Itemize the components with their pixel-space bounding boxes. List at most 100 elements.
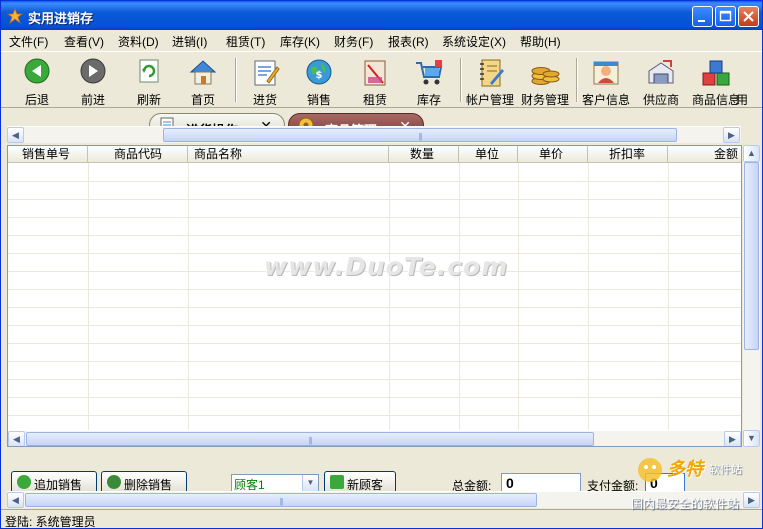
grid-row-line (8, 217, 741, 218)
menu-bar: 文件(F) 查看(V) 资料(D) 进销(I) 租赁(T) 库存(K) 财务(F… (1, 30, 762, 50)
brand-tagline: 国内最安全的软件站 (631, 497, 740, 511)
column-header-unit[interactable]: 单位 (459, 146, 518, 163)
grid-row-line (8, 181, 741, 182)
menu-data[interactable]: 资料(D) (118, 33, 159, 50)
menu-finance[interactable]: 财务(F) (334, 33, 373, 50)
grip-icon: ||| (279, 497, 283, 506)
finance-coins-icon (531, 67, 560, 85)
toolbar-label: 首页 (190, 93, 215, 107)
menu-view[interactable]: 查看(V) (64, 33, 104, 50)
scroll-down-icon[interactable]: ▼ (743, 430, 760, 447)
product-cubes-icon (702, 60, 730, 86)
home-icon (189, 60, 217, 85)
scroll-left-icon[interactable]: ◀ (7, 127, 24, 143)
grid-column-line (188, 163, 189, 446)
column-header-product-name[interactable]: 商品名称 (188, 146, 389, 163)
scroll-right-icon[interactable]: ▶ (724, 431, 741, 446)
chevron-down-icon[interactable]: ▼ (302, 475, 318, 491)
menu-lease[interactable]: 租赁(T) (226, 33, 265, 50)
customer-icon (593, 61, 619, 85)
minimize-button[interactable] (692, 6, 713, 27)
menu-help[interactable]: 帮助(H) (520, 33, 561, 50)
delete-sale-label: 删除销售 (124, 478, 173, 491)
title-bar[interactable]: 实用进销存 (1, 1, 762, 30)
menu-reports[interactable]: 报表(R) (388, 33, 429, 50)
scroll-left-icon[interactable]: ◀ (8, 431, 25, 446)
scroll-thumb[interactable] (744, 162, 759, 350)
brand-mascot-icon (638, 458, 662, 482)
refresh-icon (139, 59, 159, 83)
grid-column-line (518, 163, 519, 446)
login-status: 登陆: 系统管理员 (5, 515, 96, 529)
customer-select-value: 顾客1 (234, 478, 265, 491)
purchase-icon (254, 60, 280, 86)
scroll-up-icon[interactable]: ▲ (743, 145, 760, 162)
supplier-icon (648, 60, 674, 84)
scroll-thumb[interactable]: ||| (163, 128, 677, 142)
grid-column-line (668, 163, 669, 446)
menu-inventory[interactable]: 库存(K) (280, 33, 320, 50)
add-sale-button[interactable]: 追加销售 (11, 471, 97, 491)
grid-column-line (459, 163, 460, 446)
column-header-discount-rate[interactable]: 折扣率 (588, 146, 668, 163)
grid-row-line (8, 379, 741, 380)
sales-detail-grid[interactable]: 销售单号 商品代码 商品名称 数量 单位 单价 折扣率 金额 www.DuoTe… (7, 145, 742, 447)
toolbar-finance-button[interactable]: 财务管理 (517, 55, 573, 107)
toolbar-label: 财务管理 (520, 93, 569, 107)
toolbar-account-button[interactable]: 帐户管理 (462, 55, 518, 107)
scroll-left-icon[interactable]: ◀ (7, 492, 24, 508)
menu-purchase-sale[interactable]: 进销(I) (172, 33, 207, 50)
grip-icon: ||| (418, 132, 422, 141)
delete-sale-button[interactable]: 删除销售 (101, 471, 187, 491)
total-amount-label: 总金额: (452, 479, 492, 491)
grid-row-line (8, 307, 741, 308)
toolbar-customer-button[interactable]: 客户信息 (578, 55, 634, 107)
column-header-unit-price[interactable]: 单价 (518, 146, 588, 163)
toolbar-back-button[interactable]: 后退 (9, 55, 65, 107)
toolbar-label: 库存 (416, 93, 441, 107)
scroll-thumb[interactable]: ||| (26, 432, 594, 446)
minimize-icon (698, 20, 705, 22)
maximize-button[interactable] (715, 6, 736, 27)
toolbar-home-button[interactable]: 首页 (175, 55, 231, 107)
customer-select[interactable]: 顾客1 ▼ (231, 474, 319, 491)
column-header-quantity[interactable]: 数量 (389, 146, 459, 163)
window-title: 实用进销存 (28, 11, 94, 26)
grid-row-line (8, 397, 741, 398)
scroll-right-icon[interactable]: ▶ (723, 127, 740, 143)
total-amount-field[interactable]: 0 (501, 473, 581, 491)
grip-icon: ||| (308, 436, 312, 445)
add-icon (17, 475, 31, 489)
new-customer-label: 新顾客 (347, 478, 384, 491)
back-arrow-icon (24, 58, 50, 84)
grid-row-line (8, 415, 741, 416)
menu-system-settings[interactable]: 系统设定(X) (442, 33, 506, 50)
brand-sub: 软件站 (709, 464, 742, 476)
toolbar-sales-button[interactable]: $ 销售 (291, 55, 347, 107)
toolbar-more-button[interactable]: 用 (736, 55, 762, 107)
grid-header: 销售单号 商品代码 商品名称 数量 单位 单价 折扣率 金额 (8, 146, 741, 163)
toolbar-inventory-button[interactable]: 库存 (401, 55, 457, 107)
toolbar-label: 用 (736, 93, 749, 107)
column-header-product-code[interactable]: 商品代码 (88, 146, 188, 163)
toolbar: 后退 前进 刷新 首页 进货 $ 销售 租赁 库存 帐户管理 财务管理 客户信息… (1, 51, 762, 108)
tab-horizontal-scrollbar[interactable]: ◀ ||| ▶ (7, 126, 741, 143)
tab-strip: 进货操作 ✕ 商品管理 ✕ ◀ ||| ▶ (1, 109, 762, 143)
menu-file[interactable]: 文件(F) (9, 33, 48, 50)
scroll-thumb[interactable]: ||| (25, 493, 537, 507)
close-button[interactable] (738, 6, 759, 27)
toolbar-forward-button[interactable]: 前进 (65, 55, 121, 107)
app-window: 实用进销存 文件(F) 查看(V) 资料(D) 进销(I) 租赁(T) 库存(K… (0, 0, 763, 529)
new-customer-button[interactable]: 新顾客 (324, 471, 396, 491)
column-header-sales-no[interactable]: 销售单号 (8, 146, 88, 163)
grid-horizontal-scrollbar[interactable]: ◀ ||| ▶ (8, 430, 741, 446)
new-customer-icon (330, 475, 344, 489)
toolbar-supplier-button[interactable]: 供应商 (633, 55, 689, 107)
grid-column-line (588, 163, 589, 446)
column-header-amount[interactable]: 金额 (668, 146, 741, 163)
grid-column-line (389, 163, 390, 446)
inventory-cart-icon (416, 60, 443, 85)
grid-row-line (8, 361, 741, 362)
add-sale-label: 追加销售 (34, 478, 83, 491)
grid-vertical-scrollbar[interactable]: ▲ ▼ (743, 145, 760, 447)
